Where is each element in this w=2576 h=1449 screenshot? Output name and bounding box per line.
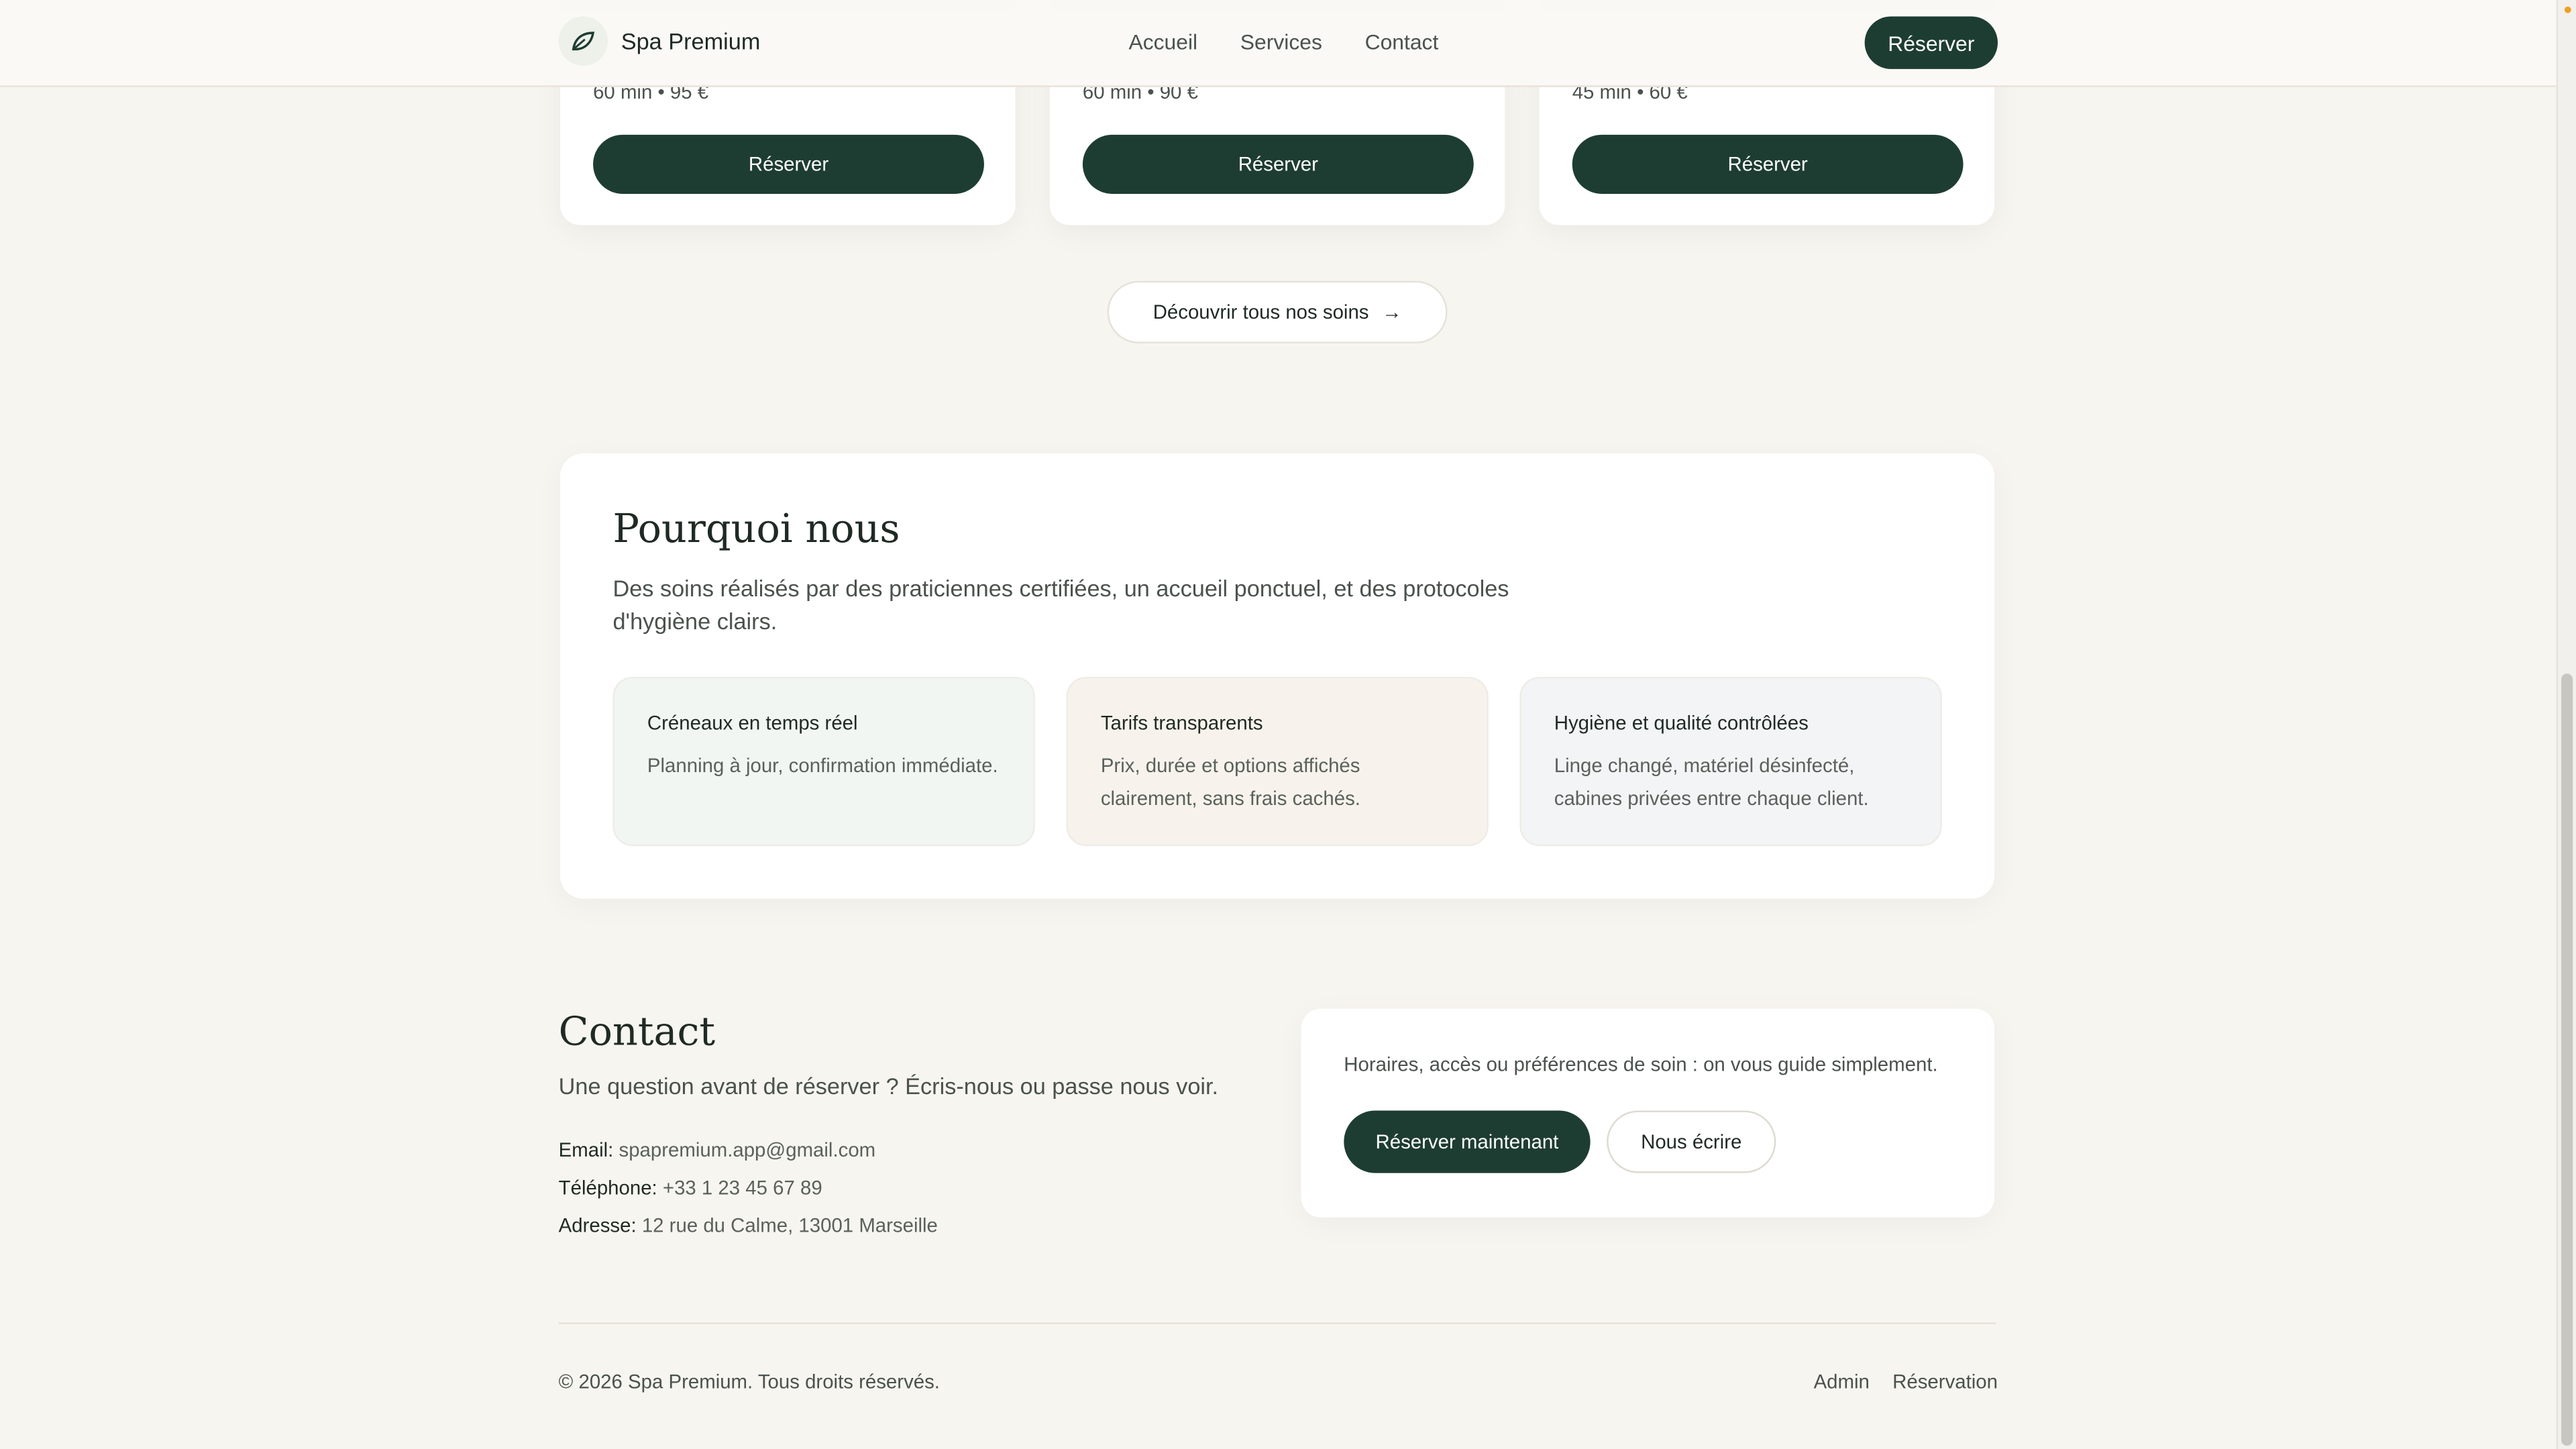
nav-item-services[interactable]: Services xyxy=(1240,30,1322,54)
contact-lead: Une question avant de réserver ? Écris-n… xyxy=(558,1073,1219,1099)
contact-cta-box: Horaires, accès ou préférences de soin :… xyxy=(1301,1008,1995,1218)
why-section: Pourquoi nous Des soins réalisés par des… xyxy=(560,453,1995,899)
reserve-now-button[interactable]: Réserver maintenant xyxy=(1344,1110,1591,1173)
discover-label: Découvrir tous nos soins xyxy=(1152,301,1369,324)
feature-card: Tarifs transparents Prix, durée et optio… xyxy=(1066,676,1489,847)
service-reserve-button[interactable]: Réserver xyxy=(1082,134,1474,194)
service-reserve-button[interactable]: Réserver xyxy=(593,134,984,194)
contact-phone: Téléphone: +33 1 23 45 67 89 xyxy=(559,1176,822,1199)
nav-item-accueil[interactable]: Accueil xyxy=(1128,30,1197,54)
footer-divider xyxy=(558,1322,1996,1324)
leaf-icon xyxy=(558,16,608,66)
contact-address: Adresse: 12 rue du Calme, 13001 Marseill… xyxy=(559,1214,938,1237)
address-value: 12 rue du Calme, 13001 Marseille xyxy=(641,1214,938,1238)
arrow-right-icon: → xyxy=(1382,301,1402,324)
write-us-button[interactable]: Nous écrire xyxy=(1607,1110,1776,1173)
email-link[interactable]: spapremium.app@gmail.com xyxy=(619,1138,876,1161)
feature-text: Prix, durée et options affichés claireme… xyxy=(1100,754,1360,810)
phone-label: Téléphone: xyxy=(558,1176,657,1199)
footer-links: Admin Réservation xyxy=(1814,1370,1998,1393)
why-description: Des soins réalisés par des praticiennes … xyxy=(612,575,1509,635)
feature-card: Créneaux en temps réel Planning à jour, … xyxy=(612,676,1035,847)
email-label: Email: xyxy=(558,1138,614,1162)
main-nav: Accueil Services Contact xyxy=(1128,30,1438,54)
contact-box-text: Horaires, accès ou préférences de soin :… xyxy=(1344,1053,1938,1077)
header-reserve-button[interactable]: Réserver xyxy=(1864,16,1998,69)
why-title: Pourquoi nous xyxy=(612,506,900,552)
feature-text: Planning à jour, confirmation immédiate. xyxy=(647,754,998,777)
feature-title: Créneaux en temps réel xyxy=(647,711,858,735)
discover-all-button[interactable]: Découvrir tous nos soins → xyxy=(1107,280,1448,343)
address-label: Adresse: xyxy=(558,1214,637,1238)
feature-title: Hygiène et qualité contrôlées xyxy=(1554,711,1809,735)
status-dot-icon xyxy=(2564,6,2571,13)
footer-link-admin[interactable]: Admin xyxy=(1814,1370,1870,1393)
copyright: © 2026 Spa Premium. Tous droits réservés… xyxy=(558,1370,940,1393)
feature-card: Hygiène et qualité contrôlées Linge chan… xyxy=(1519,676,1942,847)
brand-name: Spa Premium xyxy=(621,28,761,54)
scrollbar[interactable] xyxy=(2556,0,2576,1449)
nav-item-contact[interactable]: Contact xyxy=(1365,30,1439,54)
contact-email: Email: spapremium.app@gmail.com xyxy=(559,1138,876,1161)
footer-link-reservation[interactable]: Réservation xyxy=(1892,1370,1998,1393)
site-header: Spa Premium Accueil Services Contact Rés… xyxy=(0,0,2557,87)
feature-text: Linge changé, matériel désinfecté, cabin… xyxy=(1554,754,1869,810)
phone-link[interactable]: +33 1 23 45 67 89 xyxy=(663,1176,822,1199)
service-reserve-button[interactable]: Réserver xyxy=(1572,134,1964,194)
contact-title: Contact xyxy=(558,1008,716,1055)
page: 60 min • 95 € Réserver 60 min • 90 € Rés… xyxy=(0,0,2576,1449)
brand[interactable]: Spa Premium xyxy=(558,16,761,66)
scrollbar-thumb[interactable] xyxy=(2561,674,2573,1446)
feature-title: Tarifs transparents xyxy=(1100,711,1263,735)
